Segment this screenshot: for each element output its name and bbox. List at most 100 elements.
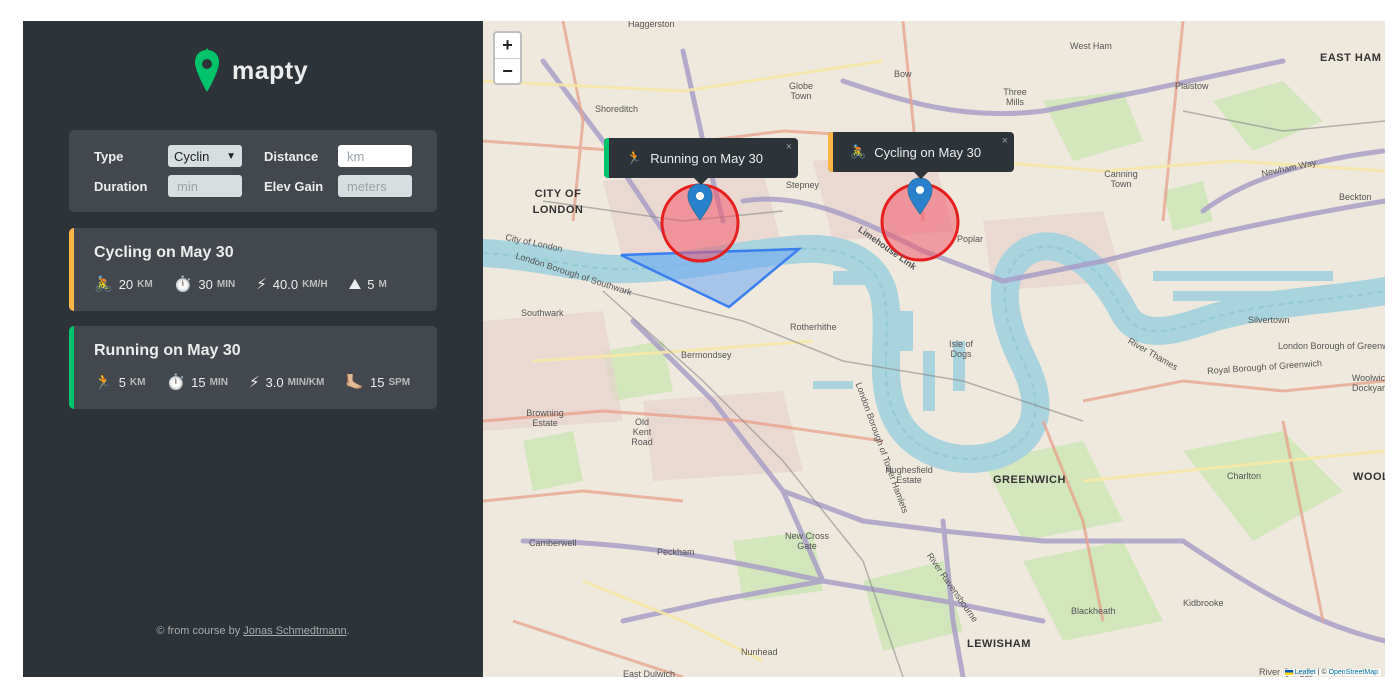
map-label: Old Kent Road xyxy=(631,417,653,447)
map-label: New Cross Gate xyxy=(785,531,830,551)
attribution-separator: | © xyxy=(1315,669,1329,676)
map[interactable]: Haggerston West Ham EAST HAM Bow Globe T… xyxy=(483,21,1385,677)
duration-label: Duration xyxy=(94,178,148,194)
map-pin-logo-icon xyxy=(195,48,219,92)
lightning-icon: ⚡ xyxy=(248,374,260,391)
logo-text: mapty xyxy=(232,56,309,85)
cyclist-icon: 🚴 xyxy=(94,276,113,293)
popup-cycling[interactable]: 🚴 Cycling on May 30 × xyxy=(828,132,1014,179)
zoom-in-button[interactable]: + xyxy=(495,33,520,58)
workout-type-bar xyxy=(69,228,74,311)
logo: mapty xyxy=(194,48,308,94)
stopwatch-icon: ⏱️ xyxy=(166,374,186,391)
close-icon[interactable]: × xyxy=(1002,135,1008,147)
ukraine-flag-icon xyxy=(1284,669,1293,675)
popup-type-bar xyxy=(828,132,833,172)
map-label: Bow xyxy=(894,69,912,79)
chevron-down-icon: ▼ xyxy=(226,150,236,162)
duration-input[interactable] xyxy=(168,175,242,197)
app-container: mapty Type Cyclin ▼ Distance Duration El… xyxy=(23,21,1385,677)
runner-icon: 🏃 xyxy=(94,374,113,391)
workout-detail-distance: 🏃 5 km xyxy=(94,375,145,390)
workout-unit: km xyxy=(129,377,146,388)
map-label: WOOL xyxy=(1353,471,1385,483)
cyclist-icon: 🚴 xyxy=(850,144,867,159)
form-row-elevation: Elev Gain xyxy=(264,175,323,197)
map-label: Haggerston xyxy=(628,21,675,29)
workout-value: 5 xyxy=(367,277,375,292)
zoom-control: + − xyxy=(493,31,522,85)
workout-detail-speed: ⚡ 40.0 km/h xyxy=(256,277,327,292)
copyright-suffix: . xyxy=(346,625,350,637)
workout-value: 15 xyxy=(191,375,206,390)
workout-value: 20 xyxy=(118,277,134,292)
mountain-icon: ⛰ xyxy=(348,276,362,293)
form-row-distance: Distance xyxy=(264,145,318,167)
map-label: Rotherhithe xyxy=(790,322,837,332)
zoom-out-button[interactable]: − xyxy=(495,58,520,83)
popup-text: Running on May 30 xyxy=(650,150,763,166)
map-label: GREENWICH xyxy=(993,474,1066,486)
popup-type-bar xyxy=(604,138,609,178)
map-label: CITY OF LONDON xyxy=(532,188,584,216)
foot-icon: 🦶🏼 xyxy=(345,374,364,391)
map-label: Globe Town xyxy=(788,81,814,101)
map-label: Nunhead xyxy=(741,647,778,657)
map-label: Isle of Dogs xyxy=(948,339,973,359)
map-label: Bermondsey xyxy=(681,350,732,360)
map-label: East Dulwich xyxy=(623,669,676,677)
map-label: Poplar xyxy=(957,234,984,244)
copyright-prefix: © from course by xyxy=(156,625,244,637)
map-label: Silvertown xyxy=(1248,315,1290,325)
runner-icon: 🏃 xyxy=(626,150,643,165)
workout-detail-distance: 🚴 20 km xyxy=(94,277,153,292)
workout-item-cycling[interactable]: Cycling on May 30 🚴 20 km ⏱️ 30 min ⚡ 40… xyxy=(69,228,437,311)
workout-detail-pace: ⚡ 3.0 min/km xyxy=(249,375,324,390)
map-label: London Borough of Greenwich xyxy=(1278,341,1385,351)
workout-unit: min/km xyxy=(287,377,325,388)
workout-detail-cadence: 🦶🏼 15 spm xyxy=(345,375,410,390)
workout-value: 40.0 xyxy=(272,277,299,292)
workout-value: 30 xyxy=(198,277,213,292)
map-tiles[interactable] xyxy=(483,21,1385,677)
map-label: Plaistow xyxy=(1175,81,1209,91)
copyright: © from course by Jonas Schmedtmann. xyxy=(23,625,483,637)
distance-input[interactable] xyxy=(338,145,412,167)
map-label: EAST HAM xyxy=(1320,52,1382,64)
workout-title: Cycling on May 30 xyxy=(94,244,234,261)
type-select[interactable]: Cyclin ▼ xyxy=(168,145,242,167)
close-icon[interactable]: × xyxy=(786,141,792,153)
popup-text: Cycling on May 30 xyxy=(874,144,982,160)
popup-running[interactable]: 🏃 Running on May 30 × xyxy=(604,138,798,185)
map-label: Charlton xyxy=(1227,471,1262,481)
workout-value: 5 xyxy=(118,375,126,390)
map-label: Canning Town xyxy=(1104,169,1138,189)
workout-detail-duration: ⏱️ 30 min xyxy=(174,277,236,292)
osm-link[interactable]: OpenStreetMap xyxy=(1329,669,1378,676)
map-label: Woolwich Dockyard xyxy=(1351,373,1385,393)
workout-form: Type Cyclin ▼ Distance Duration Elev Gai… xyxy=(69,130,437,212)
map-label: Beckton xyxy=(1339,192,1372,202)
stopwatch-icon: ⏱️ xyxy=(173,276,193,293)
workout-unit: min xyxy=(209,377,228,388)
workout-value: 15 xyxy=(369,375,385,390)
form-row-type: Type xyxy=(94,145,123,167)
form-row-duration: Duration xyxy=(94,175,147,197)
workout-type-bar xyxy=(69,326,74,409)
elevation-input[interactable] xyxy=(338,175,412,197)
workout-title: Running on May 30 xyxy=(94,342,241,359)
workout-item-running[interactable]: Running on May 30 🏃 5 km ⏱️ 15 min ⚡ 3.0… xyxy=(69,326,437,409)
workout-unit: min xyxy=(216,279,236,290)
workout-unit: spm xyxy=(388,377,411,388)
type-select-value: Cyclin xyxy=(174,148,210,164)
leaflet-link[interactable]: Leaflet xyxy=(1295,669,1316,676)
map-label: Camberwell xyxy=(529,538,577,548)
map-label: Hughesfield Estate xyxy=(885,465,933,485)
workout-unit: m xyxy=(378,279,387,290)
author-link[interactable]: Jonas Schmedtmann xyxy=(243,625,346,637)
workout-detail-elevation: ⛰ 5 m xyxy=(349,277,387,292)
map-label: Shoreditch xyxy=(595,104,639,114)
workout-value: 3.0 xyxy=(265,375,284,390)
map-label: Three Mills xyxy=(1003,87,1027,107)
workout-unit: km xyxy=(137,279,153,290)
